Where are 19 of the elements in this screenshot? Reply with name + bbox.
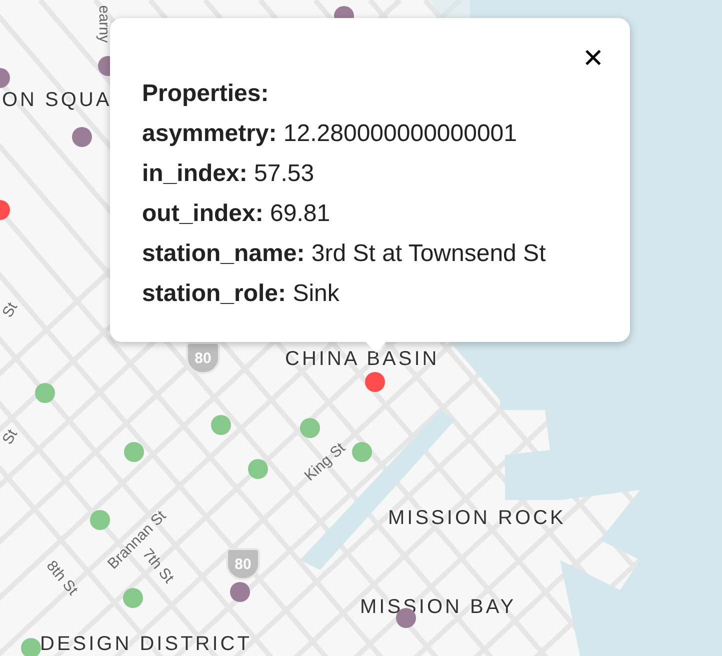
close-button[interactable]: ✕ <box>578 42 608 76</box>
area-label: ON SQUA <box>2 90 112 110</box>
highway-shield: 80 <box>226 548 260 580</box>
property-line: station_role: Sink <box>142 279 340 309</box>
street-label: St <box>0 427 20 447</box>
property-line: asymmetry: 12.280000000000001 <box>142 119 518 149</box>
area-label: MISSION BAY <box>360 597 516 617</box>
property-line: in_index: 57.53 <box>142 159 316 189</box>
street-label: earny <box>96 5 112 43</box>
street-label: St <box>0 300 20 320</box>
area-label: CHINA BASIN <box>285 349 440 369</box>
property-line: station_name: 3rd St at Townsend St <box>142 239 547 269</box>
popup-heading: Properties: <box>142 79 270 109</box>
property-line: out_index: 69.81 <box>142 199 332 229</box>
area-label: MISSION ROCK <box>388 508 566 528</box>
street-label: King St <box>302 440 348 484</box>
area-label: DESIGN DISTRICT <box>40 634 252 654</box>
street-label: 8th St <box>44 558 80 598</box>
highway-shield: 80 <box>186 342 220 374</box>
